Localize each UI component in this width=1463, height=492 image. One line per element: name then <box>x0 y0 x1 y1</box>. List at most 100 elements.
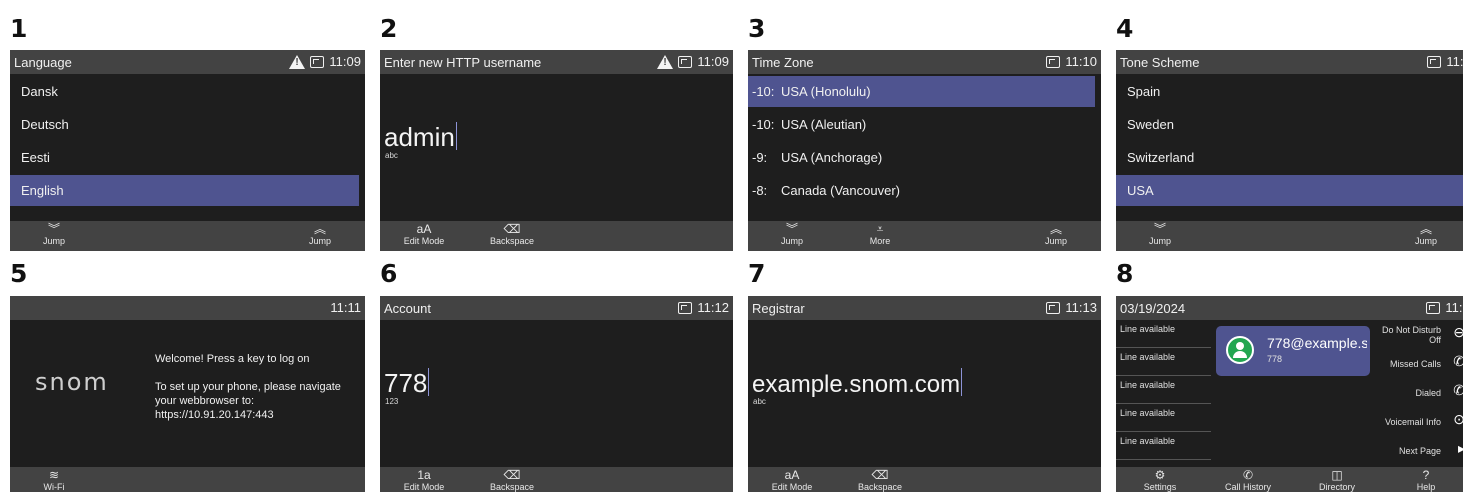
language-item-selected[interactable]: English <box>10 175 359 206</box>
setup-instructions: To set up your phone, please navigate yo… <box>155 381 341 407</box>
more-softkey[interactable]: ⩡ More <box>850 223 910 247</box>
keyboard-icon <box>1046 301 1061 314</box>
status-bar: Language 11:09 <box>10 50 365 74</box>
account-input[interactable]: 778 <box>384 368 430 399</box>
text-cursor <box>428 368 430 396</box>
chevron-double-up-icon: ︽ <box>1419 222 1432 236</box>
warning-icon <box>657 54 674 69</box>
welcome-message: Welcome! Press a key to log on To set up… <box>155 352 360 422</box>
call-history-icon: ✆ <box>1242 468 1254 482</box>
line-keys: Line available Line available Line avail… <box>1116 320 1211 460</box>
phone-screen-language: Language 11:09 Dansk Deutsch Eesti Engli… <box>10 50 365 251</box>
line-key[interactable]: Line available <box>1116 432 1211 460</box>
line-key[interactable]: Line available <box>1116 404 1211 432</box>
backspace-softkey[interactable]: ⌫ Backspace <box>482 223 542 247</box>
clock: 11:11 <box>1446 54 1463 69</box>
missed-calls-key[interactable]: Missed Calls ✆ <box>1371 349 1463 378</box>
phone-screen-account: Account 11:12 778 123 1a Edit Mode ⌫ Backs… <box>380 296 733 492</box>
identity-extension: 778 <box>1267 354 1283 364</box>
line-key[interactable]: Line available <box>1116 320 1211 348</box>
language-item[interactable]: Eesti <box>10 142 359 173</box>
voicemail-info-key[interactable]: Voicemail Info ⊙ <box>1371 407 1463 436</box>
keyboard-icon <box>310 55 325 68</box>
edit-mode-icon: aA <box>416 222 432 236</box>
screen-title: Language <box>14 55 72 70</box>
identity-name: 778@example.s <box>1267 335 1367 351</box>
panel-number: 1 <box>10 14 28 43</box>
text-cursor <box>961 368 963 396</box>
do-not-disturb-icon: ⊖ <box>1453 324 1463 340</box>
more-icon: ⩡ <box>876 222 884 236</box>
username-input[interactable]: admin <box>384 122 457 153</box>
clock: 11:12 <box>697 300 729 315</box>
text-cursor <box>455 122 457 150</box>
jump-down-softkey[interactable]: ︾ Jump <box>24 223 84 247</box>
status-bar: Registrar 11:13 <box>748 296 1101 320</box>
wifi-softkey[interactable]: ≋ Wi-Fi <box>24 469 84 492</box>
softkey-bar: ⚙ Settings ✆ Call History ◫ Directory ? Help <box>1116 467 1463 492</box>
gear-icon: ⚙ <box>1154 468 1166 482</box>
jump-down-softkey[interactable]: ︾ Jump <box>762 223 822 247</box>
clock: 11:09 <box>329 54 361 69</box>
screen-title: Registrar <box>752 301 805 316</box>
line-key[interactable]: Line available <box>1116 376 1211 404</box>
edit-mode-softkey[interactable]: aA Edit Mode <box>762 469 822 492</box>
line-key[interactable]: Line available <box>1116 348 1211 376</box>
registrar-input[interactable]: example.snom.com <box>752 368 963 399</box>
tone-scheme-item[interactable]: Switzerland <box>1116 142 1463 173</box>
language-item[interactable]: Dansk <box>10 76 359 107</box>
timezone-item-selected[interactable]: -10: USA (Honolulu) <box>748 76 1095 107</box>
status-bar: Time Zone 11:10 <box>748 50 1101 74</box>
screen-title: Tone Scheme <box>1120 55 1200 70</box>
numeric-mode-icon: 1a <box>417 468 431 482</box>
timezone-item[interactable]: -9: USA (Anchorage) <box>748 142 1095 173</box>
timezone-item[interactable]: -10: USA (Aleutian) <box>748 109 1095 140</box>
setup-url: https://10.91.20.147:443 <box>155 409 274 421</box>
chevron-double-down-icon: ︾ <box>1153 222 1166 236</box>
warning-icon <box>289 54 306 69</box>
input-mode: 123 <box>385 397 399 406</box>
missed-call-icon: ✆ <box>1453 353 1463 369</box>
language-item[interactable]: Deutsch <box>10 109 359 140</box>
chevron-double-up-icon: ︽ <box>1049 222 1062 236</box>
panel-number: 5 <box>10 259 28 288</box>
next-page-key[interactable]: Next Page ▸ <box>1371 436 1463 465</box>
backspace-softkey[interactable]: ⌫ Backspace <box>850 469 910 492</box>
jump-down-softkey[interactable]: ︾ Jump <box>1130 223 1190 247</box>
edit-mode-softkey[interactable]: 1a Edit Mode <box>394 469 454 492</box>
phone-screen-registrar: Registrar 11:13 example.snom.com abc aA E… <box>748 296 1101 492</box>
jump-up-softkey[interactable]: ︽ Jump <box>1026 223 1086 247</box>
timezone-item[interactable]: -8: Canada (Vancouver) <box>748 175 1095 206</box>
tone-scheme-item[interactable]: Spain <box>1116 76 1463 107</box>
help-softkey[interactable]: ? Help <box>1396 469 1456 492</box>
backspace-softkey[interactable]: ⌫ Backspace <box>482 469 542 492</box>
phone-screen-http-username: Enter new HTTP username 11:09 admin abc … <box>380 50 733 251</box>
user-avatar-icon <box>1226 336 1254 364</box>
tone-scheme-item[interactable]: Sweden <box>1116 109 1463 140</box>
phone-screen-time-zone: Time Zone 11:10 -10: USA (Honolulu) -10: U… <box>748 50 1101 251</box>
jump-up-softkey[interactable]: ︽ Jump <box>290 223 350 247</box>
panel-number: 6 <box>380 259 398 288</box>
phone-screen-tone-scheme: Tone Scheme 11:11 Spain Sweden Switzerla… <box>1116 50 1463 251</box>
do-not-disturb-key[interactable]: Do Not Disturb Off ⊖ <box>1371 320 1463 349</box>
status-bar: Account 11:12 <box>380 296 733 320</box>
call-history-softkey[interactable]: ✆ Call History <box>1218 469 1278 492</box>
tone-scheme-item-selected[interactable]: USA <box>1116 175 1463 206</box>
softkey-bar: ︾ Jump ⩡ More ︽ Jump <box>748 221 1101 251</box>
settings-softkey[interactable]: ⚙ Settings <box>1130 469 1190 492</box>
softkey-bar: 1a Edit Mode ⌫ Backspace <box>380 467 733 492</box>
status-bar: 11:11 <box>10 296 365 320</box>
clock: 11:09 <box>697 54 729 69</box>
directory-softkey[interactable]: ◫ Directory <box>1307 469 1367 492</box>
identity-card[interactable]: 778@example.s 778 <box>1216 326 1370 376</box>
date: 03/19/2024 <box>1120 301 1186 316</box>
backspace-icon: ⌫ <box>871 468 889 482</box>
clock: 11:11 <box>330 300 361 315</box>
jump-up-softkey[interactable]: ︽ Jump <box>1396 223 1456 247</box>
book-icon: ◫ <box>1331 468 1343 482</box>
screen-title: Account <box>384 301 431 316</box>
dialed-key[interactable]: Dialed ✆ <box>1371 378 1463 407</box>
edit-mode-icon: aA <box>784 468 800 482</box>
keyboard-icon <box>678 301 693 314</box>
edit-mode-softkey[interactable]: aA Edit Mode <box>394 223 454 247</box>
